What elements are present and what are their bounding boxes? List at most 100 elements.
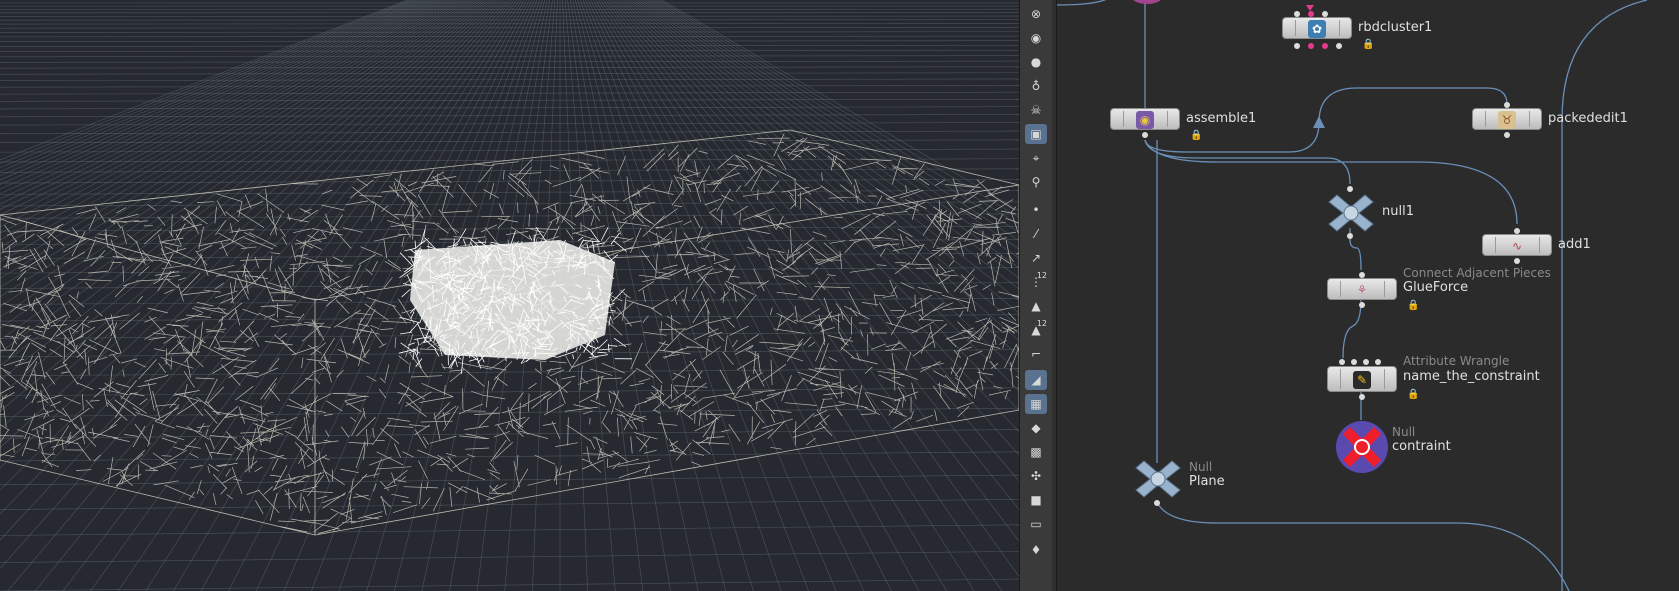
glue-icon: ⚘ [1356, 283, 1368, 297]
lock-icon[interactable]: 🔒 [1190, 130, 1202, 141]
grid-line [605, 0, 1019, 542]
toolbar-glyph: ◢ [1031, 373, 1041, 387]
toolbar-glyph: ⌐ [1030, 347, 1042, 361]
toolbar-glyph: ▩ [1030, 445, 1042, 459]
corner-icon[interactable]: ⌐ [1025, 344, 1047, 364]
node-label: Plane [1189, 474, 1225, 489]
toolbar-mini-label: 12 [1036, 319, 1047, 328]
grid-line [0, 130, 1019, 134]
close-icon[interactable]: ⊗ [1025, 4, 1047, 24]
upstream-node-partial [1133, 0, 1161, 4]
point-display-icon[interactable]: • [1025, 200, 1047, 220]
grid-line [661, 0, 1019, 211]
toolbar-glyph: ⊗ [1030, 7, 1042, 21]
toolbar-mini-label: 12 [1036, 271, 1047, 280]
box-edge [0, 459, 316, 536]
toolbar-glyph: • [1032, 203, 1040, 217]
lock-icon[interactable]: 🔒 [1362, 39, 1374, 50]
wire-left-top [1057, 0, 1107, 6]
network-editor[interactable]: ✿ rbdcluster1 🔒 ◉ assemble1 🔒 ♉ packeded… [1057, 0, 1679, 591]
handles-icon[interactable]: ✣ [1025, 466, 1047, 486]
lighting-sphere-icon[interactable]: ◉ [1025, 28, 1047, 48]
grid-line [0, 55, 1019, 58]
node-label: assemble1 [1186, 111, 1257, 126]
node-type: Connect Adjacent Pieces [1403, 266, 1551, 280]
toolbar-glyph: ⚲ [1031, 175, 1041, 189]
null-icon [1135, 460, 1181, 498]
grid-line [630, 0, 1019, 327]
grid-line [623, 0, 1019, 374]
toolbar-glyph: ☠ [1030, 103, 1042, 117]
viewport-canvas [0, 0, 1019, 591]
brush-icon[interactable]: ⁄ [1025, 224, 1047, 244]
grid-line [638, 0, 1019, 290]
node-type: Null [1189, 460, 1213, 474]
shaded-icon[interactable]: ◢ [1025, 370, 1047, 390]
prim-numbers-icon[interactable]: ▲ 12 [1025, 319, 1047, 340]
grid-line [620, 0, 1019, 392]
grid-line [613, 0, 1019, 456]
toolbar-glyph: ▲ [1031, 299, 1041, 313]
grid-line [0, 50, 1019, 52]
skull-icon[interactable]: ☠ [1025, 100, 1047, 120]
node-label: name_the_constraint [1403, 369, 1540, 384]
point-numbers-icon[interactable]: ⋮ 12 [1025, 271, 1047, 292]
grid-line [0, 45, 1019, 47]
node-label: GlueForce [1403, 280, 1469, 295]
grid-line [0, 201, 1019, 207]
toolbar-glyph: ● [1030, 55, 1042, 69]
grid-line [0, 148, 1019, 153]
grid-line [646, 0, 1019, 259]
grid-line [618, 0, 1019, 411]
snap-icon[interactable]: ⚲ [1025, 172, 1047, 192]
view-handle-icon[interactable]: ⌖ [1025, 148, 1047, 168]
grid-line [648, 0, 1019, 250]
camera-icon[interactable]: ▣ [1025, 124, 1047, 144]
node-type: Null [1392, 425, 1416, 439]
node-label: contraint [1392, 439, 1451, 454]
prim-display-icon[interactable]: ▲ [1025, 296, 1047, 316]
add-curve-icon: ∿ [1511, 239, 1523, 253]
toolbar-glyph: ■ [1030, 493, 1042, 507]
texture-icon[interactable]: ▦ [1025, 394, 1047, 414]
normal-icon[interactable]: ↗ [1025, 248, 1047, 268]
node-label: add1 [1558, 237, 1591, 252]
grid-line [658, 0, 1019, 218]
bulb-icon[interactable]: ♁ [1025, 76, 1047, 96]
light-icon[interactable]: ● [1025, 52, 1047, 72]
grid-line [0, 35, 1019, 38]
grid-line [635, 0, 1019, 302]
grid-line [628, 0, 1019, 342]
group-icon[interactable]: ▩ [1025, 442, 1047, 462]
pin-icon[interactable]: ♦ [1025, 540, 1047, 560]
lock-icon[interactable]: 🔒 [1407, 389, 1419, 400]
box-edge [314, 409, 1019, 536]
display-options-toolbar: ⊗ ◉ ● ♁ ☠ ▣ ⌖ ⚲ • ⁄ ↗ ⋮ 12 ▲ ▲ 12 ⌐ ◢ ▦ ◆ ▩ ✣ ■ ▭ ♦ [1019, 0, 1053, 591]
grid-line [651, 0, 1019, 241]
lock-icon[interactable]: 🔒 [1407, 300, 1419, 311]
grid-line [0, 474, 1019, 486]
toolbar-glyph: ↗ [1030, 251, 1042, 265]
grid-line [607, 0, 1019, 510]
grid-line [0, 60, 1019, 63]
background-image-icon[interactable]: ▭ [1025, 514, 1047, 534]
grid-line [0, 139, 1019, 144]
scene-viewport[interactable] [0, 0, 1019, 591]
grid-line [0, 31, 1019, 33]
grid-line [0, 114, 1019, 118]
grid-line [0, 106, 1019, 110]
null-icon [1336, 421, 1388, 473]
toolbar-glyph: ◆ [1031, 421, 1041, 435]
grid-line [0, 40, 1019, 42]
node-type: Attribute Wrangle [1403, 354, 1510, 368]
grid-line [653, 0, 1019, 233]
diamond-icon[interactable]: ◆ [1025, 418, 1047, 438]
grid-line [610, 0, 1019, 482]
stop-icon[interactable]: ■ [1025, 490, 1047, 510]
grid-line [0, 85, 1019, 88]
grid-line [0, 27, 1019, 29]
wire-right-long [1561, 0, 1648, 591]
wire-plane-down [1156, 501, 1570, 591]
wire-arrow-icon [1313, 116, 1325, 128]
grid-line [633, 0, 1019, 314]
